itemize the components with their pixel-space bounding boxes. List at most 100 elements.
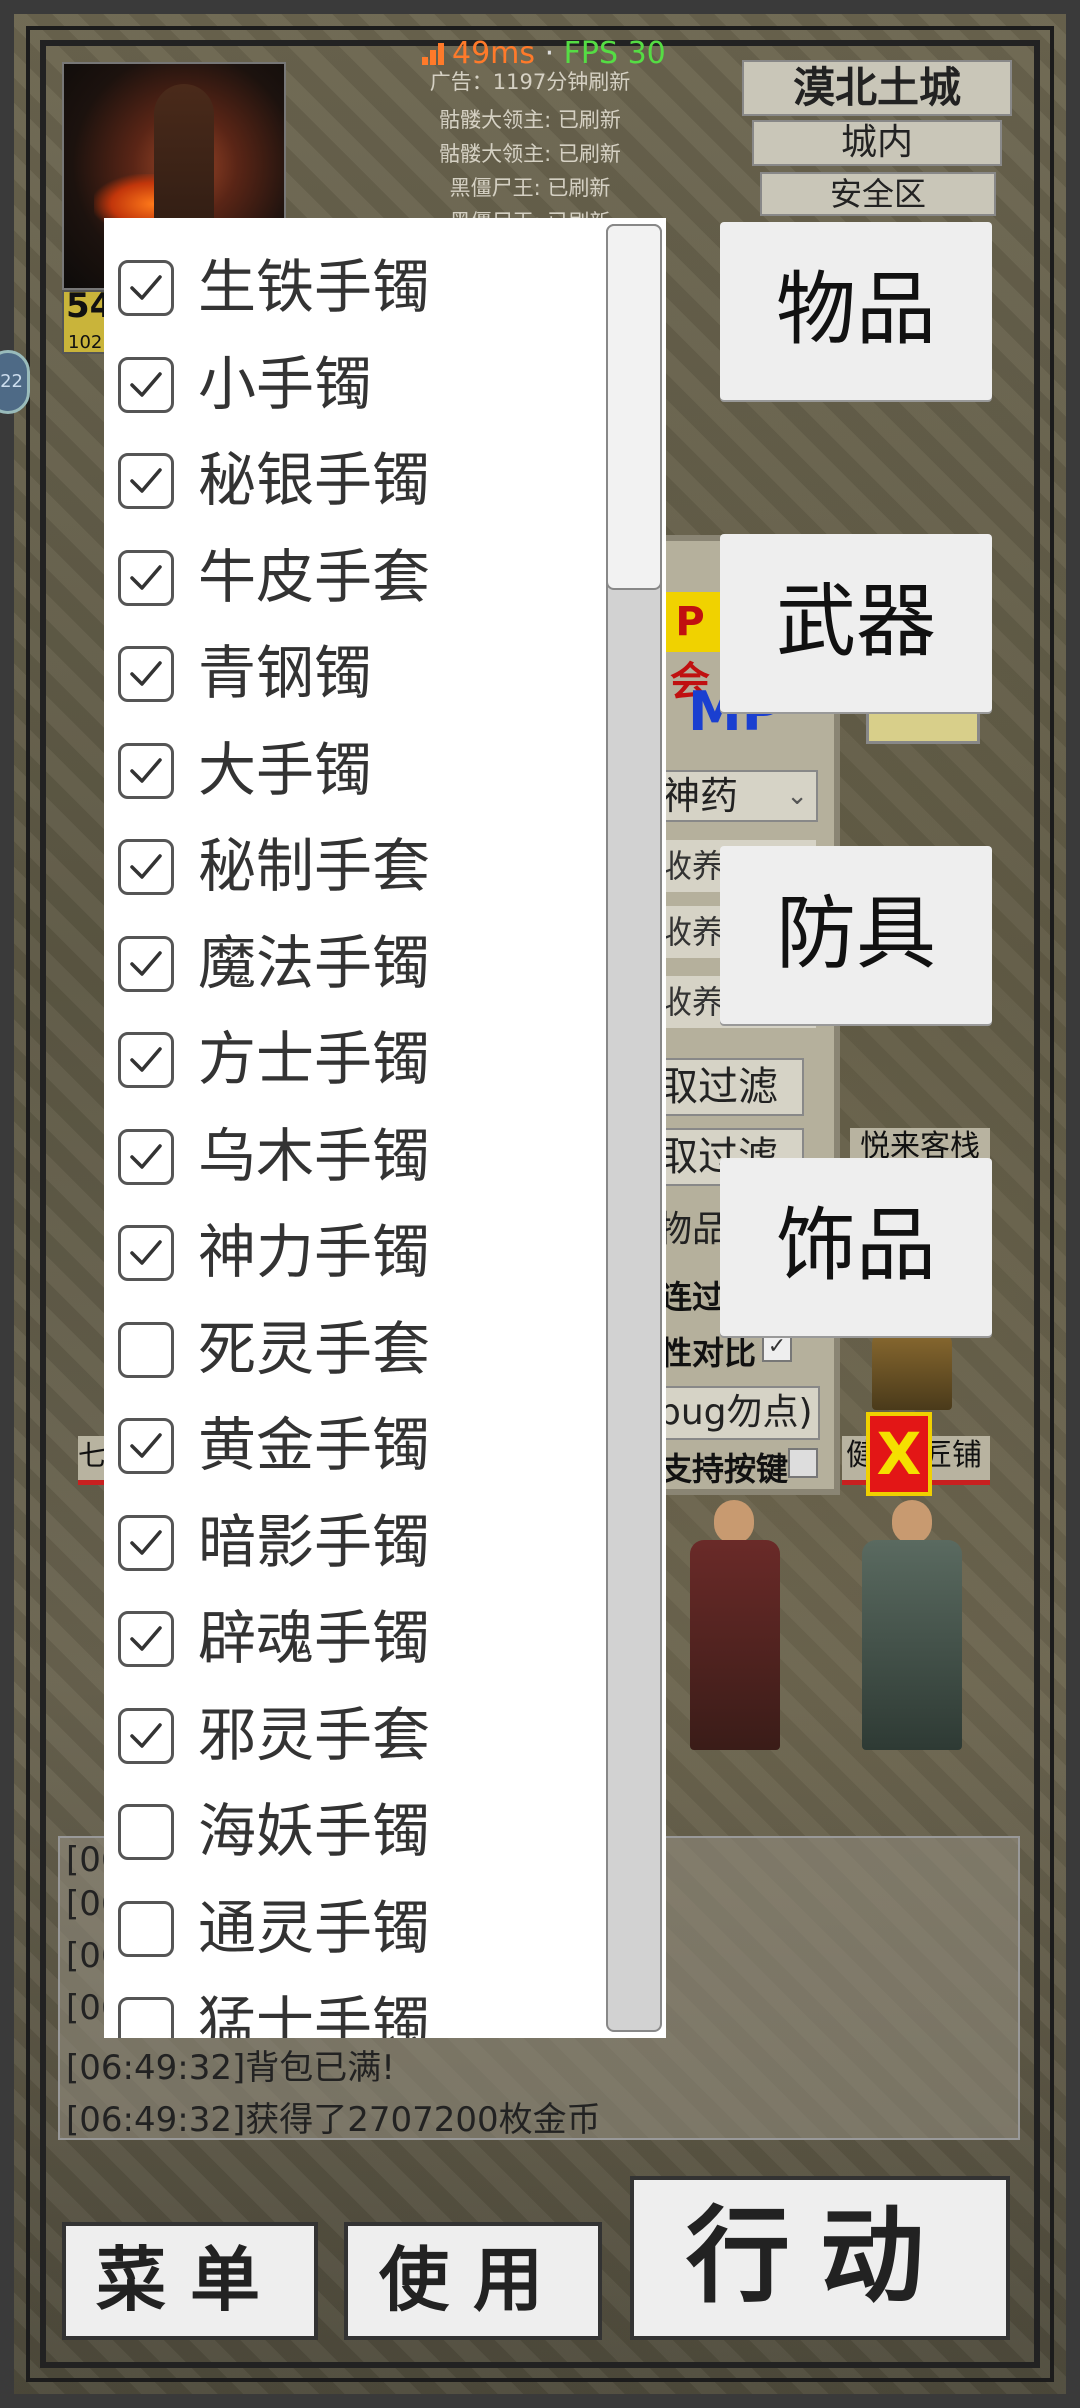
check-icon xyxy=(130,1240,162,1265)
filter-list-item[interactable]: 死灵手套 xyxy=(118,1315,598,1383)
checkbox-unchecked[interactable] xyxy=(118,1804,174,1860)
filter-list-item[interactable]: 大手镯 xyxy=(118,736,598,804)
filter-list-item[interactable]: 神力手镯 xyxy=(118,1218,598,1286)
checkbox-checked[interactable] xyxy=(118,1514,174,1571)
filter-item-label: 乌木手镯 xyxy=(198,1121,431,1190)
filter-list-item[interactable]: 邪灵手套 xyxy=(118,1701,598,1769)
filter-list-item[interactable]: 辟魂手镯 xyxy=(118,1604,598,1672)
potion-select[interactable]: 神药 ⌄ xyxy=(656,770,818,822)
check-icon xyxy=(130,1529,162,1555)
notice-line: 广告：1197分钟刷新 xyxy=(429,70,631,94)
category-accessories-button[interactable]: 饰品 xyxy=(720,1158,992,1336)
scrollbar-thumb[interactable] xyxy=(606,224,662,590)
check-icon xyxy=(130,1143,162,1169)
checkbox-checked[interactable] xyxy=(118,742,174,799)
check-icon xyxy=(130,1433,162,1458)
use-button[interactable]: 使用 xyxy=(344,2222,602,2340)
filter-list-item[interactable]: 猛士手镯 xyxy=(118,1990,598,2038)
filter-list-item[interactable]: 通灵手镯 xyxy=(118,1894,598,1962)
signal-icon xyxy=(422,41,446,65)
checkbox-unchecked[interactable] xyxy=(118,1321,174,1378)
filter-list-item[interactable]: 乌木手镯 xyxy=(118,1122,598,1190)
checkbox-checked[interactable] xyxy=(118,1128,174,1185)
notice-line: 骷髅大领主: 已刷新 xyxy=(439,108,621,132)
checkbox-checked[interactable] xyxy=(118,1418,174,1474)
filter-item-label: 牛皮手套 xyxy=(198,542,431,611)
check-icon xyxy=(130,371,162,397)
menu-button[interactable]: 菜单 xyxy=(62,2222,318,2340)
support-keys-label: 支持按键 xyxy=(660,1450,789,1488)
filter-list-panel[interactable]: 生铁手镯小手镯秘银手镯牛皮手套青钢镯大手镯秘制手套魔法手镯方士手镯乌木手镯神力手… xyxy=(104,218,666,2038)
location-zone: 安全区 xyxy=(760,172,996,216)
notice-line: 黑僵尸王: 已刷新 xyxy=(449,176,611,200)
checkbox-checked[interactable] xyxy=(118,549,174,606)
filter-item-label: 邪灵手套 xyxy=(198,1700,431,1769)
location-city: 漠北土城 xyxy=(742,60,1012,116)
filter-item-label: 猛士手镯 xyxy=(198,1990,431,2038)
filter-item-label: 死灵手套 xyxy=(198,1314,431,1383)
checkbox-checked[interactable] xyxy=(118,646,174,702)
checkbox-checked[interactable] xyxy=(118,935,174,992)
check-icon xyxy=(130,950,162,976)
support-keys-checkbox[interactable] xyxy=(788,1448,818,1478)
filter-list-item[interactable]: 黄金手镯 xyxy=(118,1411,598,1479)
action-button[interactable]: 行动 xyxy=(630,2176,1010,2340)
checkbox-checked[interactable] xyxy=(118,839,174,895)
filter-item-label: 秘银手镯 xyxy=(198,446,431,514)
left-sign: 七 xyxy=(78,1436,106,1485)
filter-item-label: 魔法手镯 xyxy=(198,928,431,997)
filter-list-item[interactable]: 暗影手镯 xyxy=(118,1508,598,1576)
chat-line: [06:49:32]获得了2707200枚金币 xyxy=(66,2100,601,2140)
filter-button[interactable]: 取过滤 xyxy=(656,1058,804,1116)
filter-item-label: 大手镯 xyxy=(198,735,373,804)
potion-select-value: 神药 xyxy=(662,774,739,818)
filter-item-label: 黄金手镯 xyxy=(198,1411,431,1479)
checkbox-unchecked[interactable] xyxy=(118,1997,174,2038)
filter-item-label: 小手镯 xyxy=(198,349,373,418)
filter-list-item[interactable]: 魔法手镯 xyxy=(118,929,598,997)
check-icon xyxy=(130,854,162,879)
notice-line: 骷髅大领主: 已刷新 xyxy=(439,142,621,166)
chat-line: [06:49:32]背包已满! xyxy=(66,2048,395,2088)
filter-list-item[interactable]: 生铁手镯 xyxy=(118,253,598,321)
filter-item-label: 青钢镯 xyxy=(198,639,373,707)
close-button[interactable]: X xyxy=(866,1412,932,1496)
filter-list-item[interactable]: 小手镯 xyxy=(118,350,598,418)
checkbox-checked[interactable] xyxy=(118,1032,174,1088)
checkbox-checked[interactable] xyxy=(118,1611,174,1667)
category-items-button[interactable]: 物品 xyxy=(720,222,992,400)
check-icon xyxy=(130,757,162,783)
filter-list-item[interactable]: 牛皮手套 xyxy=(118,543,598,611)
checkbox-checked[interactable] xyxy=(118,1707,174,1764)
filter-item-label: 秘制手套 xyxy=(198,832,431,900)
filter-list-item[interactable]: 方士手镯 xyxy=(118,1025,598,1093)
filter-item-label: 神力手镯 xyxy=(198,1218,431,1286)
items-label: 物品 xyxy=(656,1209,729,1250)
vip-badge: P会 xyxy=(660,592,720,705)
filter-item-label: 暗影手镯 xyxy=(198,1507,431,1576)
category-weapons-button[interactable]: 武器 xyxy=(720,534,992,712)
filter-item-label: 海妖手镯 xyxy=(198,1797,431,1865)
checkbox-unchecked[interactable] xyxy=(118,1900,174,1957)
compare-checkbox[interactable]: ✓ xyxy=(762,1332,792,1362)
filter-list-item[interactable]: 秘银手镯 xyxy=(118,446,598,514)
filter-item-label: 生铁手镯 xyxy=(198,253,431,321)
filter-list-item[interactable]: 秘制手套 xyxy=(118,832,598,900)
filter-list-item[interactable]: 海妖手镯 xyxy=(118,1797,598,1865)
bug-button[interactable]: bug勿点) xyxy=(656,1386,820,1440)
check-icon xyxy=(130,1047,162,1072)
category-armor-button[interactable]: 防具 xyxy=(720,846,992,1024)
side-badge[interactable]: 22 xyxy=(0,350,30,414)
filter-item-label: 辟魂手镯 xyxy=(198,1604,431,1672)
check-icon xyxy=(130,275,162,300)
check-icon xyxy=(130,661,162,686)
check-icon xyxy=(130,1722,162,1748)
check-icon xyxy=(130,564,162,590)
filter-list-item[interactable]: 青钢镯 xyxy=(118,639,598,707)
checkbox-checked[interactable] xyxy=(118,260,174,316)
chevron-down-icon: ⌄ xyxy=(786,781,808,811)
player-level-sub: 102 xyxy=(68,332,103,353)
checkbox-checked[interactable] xyxy=(118,453,174,509)
checkbox-checked[interactable] xyxy=(118,1225,174,1281)
checkbox-checked[interactable] xyxy=(118,356,174,413)
